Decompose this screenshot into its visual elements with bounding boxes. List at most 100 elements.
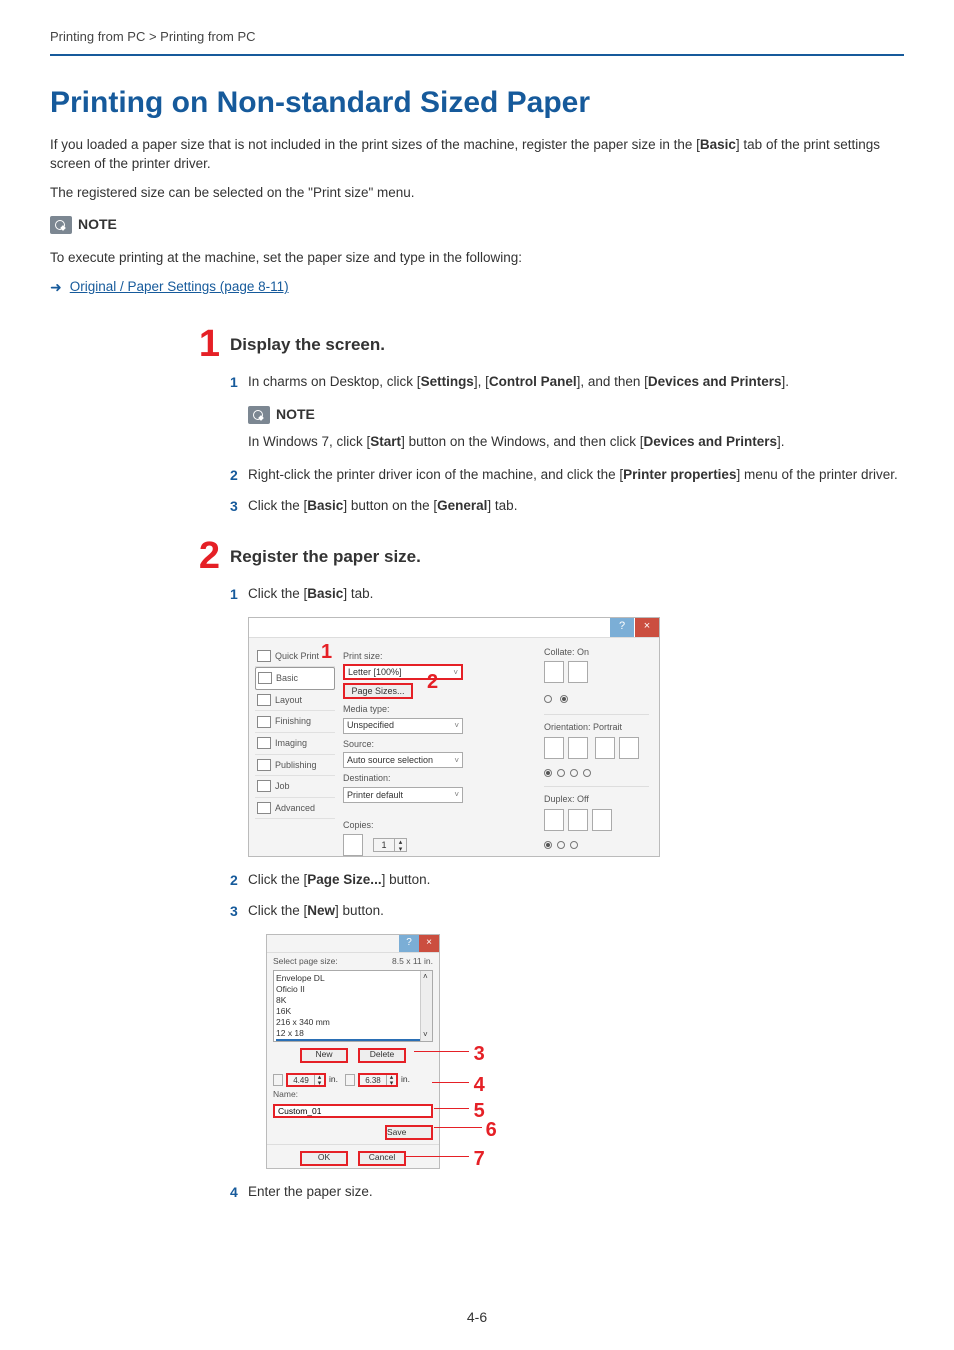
tab-publishing[interactable]: Publishing bbox=[255, 755, 335, 777]
tab-advanced[interactable]: Advanced bbox=[255, 798, 335, 820]
radio[interactable] bbox=[544, 841, 552, 849]
width-spinner[interactable]: 4.49▴▾ bbox=[286, 1073, 326, 1087]
orient-icon bbox=[544, 737, 564, 759]
step-1-num: 1 bbox=[180, 325, 220, 363]
v: 4.49 bbox=[288, 1075, 314, 1085]
tab-finishing[interactable]: Finishing bbox=[255, 711, 335, 733]
step-2-head: Register the paper size. bbox=[230, 545, 421, 569]
intro-1: If you loaded a paper size that is not i… bbox=[50, 136, 904, 174]
tab-job[interactable]: Job bbox=[255, 776, 335, 798]
printer-properties-dialog: ? × Quick Print Basic Layout Finishing I… bbox=[248, 617, 660, 857]
t: In charms on Desktop, click [ bbox=[248, 374, 421, 389]
orient-icon bbox=[595, 737, 615, 759]
radio[interactable] bbox=[570, 769, 578, 777]
radio[interactable] bbox=[570, 841, 578, 849]
list-item[interactable]: Custom_01 bbox=[276, 1039, 430, 1042]
list-buttons: New Delete bbox=[267, 1044, 439, 1067]
page-icon bbox=[257, 694, 271, 706]
orientation-status: Orientation: Portrait bbox=[544, 721, 649, 734]
tab-imaging[interactable]: Imaging bbox=[255, 733, 335, 755]
radio[interactable] bbox=[583, 769, 591, 777]
note-head: NOTE bbox=[50, 215, 117, 235]
t: ], and then [ bbox=[577, 374, 648, 389]
new-button[interactable]: New bbox=[300, 1048, 348, 1063]
radio[interactable] bbox=[560, 695, 568, 703]
t: Click the [ bbox=[248, 586, 307, 601]
name-input[interactable] bbox=[273, 1104, 433, 1118]
list-item[interactable]: Oficio II bbox=[276, 984, 430, 995]
t: Publishing bbox=[275, 759, 317, 772]
t: In charms on Desktop, click [Settings], … bbox=[248, 373, 904, 392]
xref-link[interactable]: Original / Paper Settings (page 8-11) bbox=[70, 278, 289, 297]
note-inner-text: In Windows 7, click [Start] button on th… bbox=[248, 433, 904, 452]
list-item[interactable]: 8K bbox=[276, 995, 430, 1006]
arrows[interactable]: ▴▾ bbox=[314, 1075, 324, 1085]
breadcrumb: Printing from PC > Printing from PC bbox=[50, 28, 904, 56]
t: ]. bbox=[777, 434, 785, 449]
arrow-icon: ➜ bbox=[50, 278, 62, 298]
note-block: NOTE bbox=[50, 215, 904, 239]
copies-spinner[interactable]: 1 ▴▾ bbox=[373, 838, 407, 852]
step2-sub4: 4 Enter the paper size. bbox=[230, 1183, 904, 1203]
t: Devices and Printers bbox=[648, 374, 782, 389]
destination-select[interactable]: Printer default˅ bbox=[343, 787, 463, 803]
n: 2 bbox=[230, 466, 248, 486]
help-button[interactable]: ? bbox=[610, 618, 634, 637]
tab-layout[interactable]: Layout bbox=[255, 690, 335, 712]
step-2-header: 2 Register the paper size. bbox=[50, 537, 904, 575]
close-button[interactable]: × bbox=[419, 935, 439, 952]
scrollbar[interactable] bbox=[420, 971, 432, 1041]
n: 3 bbox=[230, 497, 248, 517]
duplex-icon bbox=[568, 809, 588, 831]
titlebar: ? × bbox=[249, 618, 659, 638]
chevron-down-icon: ˅ bbox=[454, 720, 459, 731]
ok-button[interactable]: OK bbox=[300, 1151, 348, 1166]
callout-6: 6 bbox=[486, 1116, 497, 1144]
list-item[interactable]: 12 x 18 bbox=[276, 1028, 430, 1039]
page-size-list[interactable]: Envelope DL Oficio II 8K 16K 216 x 340 m… bbox=[273, 970, 433, 1042]
close-button[interactable]: × bbox=[635, 618, 659, 637]
callout-column: 3 4 5 6 7 bbox=[444, 934, 504, 1169]
t: ] button on the [ bbox=[343, 498, 437, 513]
t: ] button on the Windows, and then click … bbox=[401, 434, 643, 449]
chevron-down-icon: ˅ bbox=[454, 755, 459, 766]
orient-icon bbox=[568, 737, 588, 759]
cancel-button[interactable]: Cancel bbox=[358, 1151, 406, 1166]
page-sizes-button[interactable]: Page Sizes... bbox=[343, 683, 413, 699]
radio[interactable] bbox=[557, 841, 565, 849]
t: Basic bbox=[700, 137, 736, 152]
callout-5: 5 bbox=[474, 1097, 485, 1125]
radio[interactable] bbox=[544, 695, 552, 703]
note-text: To execute printing at the machine, set … bbox=[50, 249, 904, 268]
arrows[interactable]: ▴▾ bbox=[386, 1075, 396, 1085]
page-title: Printing on Non-standard Sized Paper bbox=[50, 82, 904, 124]
callout-3: 3 bbox=[474, 1040, 485, 1068]
tab-basic[interactable]: Basic bbox=[255, 667, 335, 690]
height-spinner[interactable]: 6.38▴▾ bbox=[358, 1073, 398, 1087]
callout-1: 1 bbox=[321, 638, 332, 666]
t: Basic bbox=[307, 586, 343, 601]
t: ] button. bbox=[382, 872, 431, 887]
source-select[interactable]: Auto source selection˅ bbox=[343, 752, 463, 768]
list-item[interactable]: 216 x 340 mm bbox=[276, 1017, 430, 1028]
print-size-select[interactable]: Letter [100%]˅ bbox=[343, 664, 463, 680]
radio[interactable] bbox=[544, 769, 552, 777]
media-type-select[interactable]: Unspecified˅ bbox=[343, 718, 463, 734]
help-button[interactable]: ? bbox=[399, 935, 419, 952]
n: 3 bbox=[230, 902, 248, 922]
radio[interactable] bbox=[557, 769, 565, 777]
chevron-down-icon: ˅ bbox=[454, 789, 459, 800]
t: Basic bbox=[307, 498, 343, 513]
spinner-arrows[interactable]: ▴▾ bbox=[394, 839, 406, 851]
n: 2 bbox=[230, 871, 248, 891]
t: ] tab. bbox=[487, 498, 517, 513]
save-button[interactable]: Save bbox=[385, 1125, 433, 1140]
select-page-size-label: Select page size: 8.5 x 11 in. bbox=[267, 953, 439, 968]
list-item[interactable]: Envelope DL bbox=[276, 973, 430, 984]
delete-button[interactable]: Delete bbox=[358, 1048, 406, 1063]
ok-cancel-row: OK Cancel bbox=[267, 1144, 439, 1172]
unit: in. bbox=[401, 1074, 410, 1086]
page-icon bbox=[257, 780, 271, 792]
list-item[interactable]: 16K bbox=[276, 1006, 430, 1017]
step-1-body: 1 In charms on Desktop, click [Settings]… bbox=[230, 373, 904, 517]
